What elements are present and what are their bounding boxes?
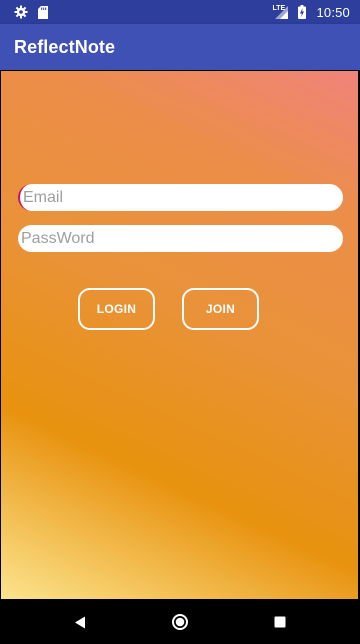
recents-icon[interactable] [270, 612, 290, 632]
navigation-bar [0, 600, 360, 644]
app-bar: ReflectNote [0, 24, 360, 70]
status-bar: LTE 10:50 [0, 0, 360, 24]
battery-icon [298, 5, 307, 19]
app-title: ReflectNote [14, 36, 116, 57]
join-button[interactable]: JOIN [182, 288, 259, 330]
email-input[interactable] [18, 184, 343, 211]
back-icon[interactable] [70, 612, 90, 632]
gear-icon [14, 5, 28, 19]
signal-icon: LTE [272, 5, 289, 19]
sd-card-icon [38, 5, 48, 19]
password-input[interactable] [18, 225, 343, 252]
login-screen: LOGIN JOIN [1, 71, 358, 599]
status-left [14, 5, 48, 19]
status-right: LTE 10:50 [272, 5, 350, 20]
login-button[interactable]: LOGIN [78, 288, 155, 330]
home-icon[interactable] [170, 612, 190, 632]
status-time: 10:50 [316, 4, 350, 20]
